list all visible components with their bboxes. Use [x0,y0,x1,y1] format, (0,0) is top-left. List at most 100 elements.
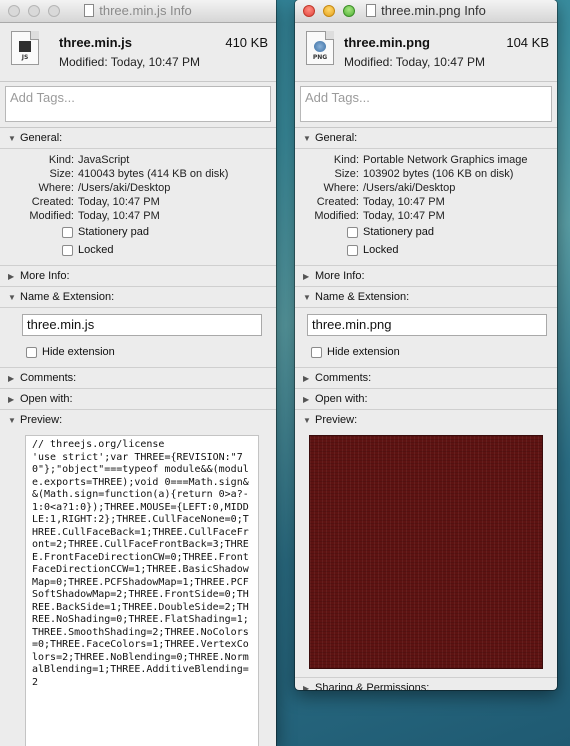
size-label: Size: [334,168,359,180]
kind-value: Portable Network Graphics image [363,154,528,166]
preview-disclosure[interactable]: ▼ Preview: [295,410,557,430]
comments-disclosure[interactable]: ▶ Comments: [0,368,276,389]
section-label: General: [315,132,358,144]
disclosure-down-icon[interactable]: ▼ [8,134,20,143]
title-bar[interactable]: three.min.js Info [0,0,276,23]
created-value: Today, 10:47 PM [78,196,160,208]
kind-label: Kind: [48,154,74,166]
file-header: PNG three.min.png 104 KB Modified: Today… [295,23,557,82]
kind-value: JavaScript [78,154,130,166]
more-info-disclosure[interactable]: ▶ More Info: [0,266,276,287]
disclosure-right-icon[interactable]: ▶ [303,684,315,691]
locked-label: Locked [78,244,114,256]
tags-section: Add Tags... [0,82,276,128]
stationery-label: Stationery pad [78,226,149,238]
name-extension-disclosure[interactable]: ▼ Name & Extension: [0,287,276,308]
section-label: Preview: [315,414,358,426]
kind-row: Kind: Portable Network Graphics image [295,153,557,167]
window-title: three.min.png Info [295,3,557,18]
name-extension-section: three.min.png Hide extension [295,308,557,368]
tags-input[interactable]: Add Tags... [300,86,552,122]
page-fold [325,31,334,40]
window-title-text: three.min.js Info [99,3,192,18]
disclosure-down-icon[interactable]: ▼ [303,293,315,302]
hide-extension-label: Hide extension [327,346,400,358]
kind-row: Kind: JavaScript [0,153,276,167]
modified-value: Today, 10:47 PM [363,210,445,222]
disclosure-down-icon[interactable]: ▼ [8,293,20,302]
page-fold [30,31,39,40]
name-extension-section: three.min.js Hide extension [0,308,276,368]
general-disclosure[interactable]: ▼ General: [295,128,557,149]
image-preview[interactable] [309,435,543,669]
size-value: 410043 bytes (414 KB on disk) [78,168,229,180]
section-label: Name & Extension: [315,291,410,303]
sharing-disclosure[interactable]: ▶ Sharing & Permissions: [295,678,557,690]
file-name: three.min.js [59,35,132,50]
disclosure-right-icon[interactable]: ▶ [8,272,20,281]
disclosure-right-icon[interactable]: ▶ [303,272,315,281]
modified-label: Modified: [314,210,359,222]
stationery-row[interactable]: Stationery pad [0,223,276,241]
open-with-disclosure[interactable]: ▶ Open with: [295,389,557,410]
hide-extension-row[interactable]: Hide extension [295,343,557,361]
section-label: More Info: [315,270,365,282]
stationery-checkbox[interactable] [62,226,73,238]
section-label: More Info: [20,270,70,282]
locked-row[interactable]: Locked [0,241,276,259]
section-label: Preview: [20,414,63,426]
file-glyph [19,41,31,52]
where-label: Where: [38,182,74,194]
info-window-js: three.min.js Info JS three.min.js 410 KB… [0,0,276,746]
preview-section [295,435,557,678]
file-size: 410 KB [225,35,268,50]
disclosure-right-icon[interactable]: ▶ [303,395,315,404]
size-value: 103902 bytes (106 KB on disk) [363,168,514,180]
stationery-label: Stationery pad [363,226,434,238]
disclosure-right-icon[interactable]: ▶ [8,374,20,383]
png-file-icon: PNG [306,31,334,65]
created-value: Today, 10:47 PM [363,196,445,208]
file-name: three.min.png [344,35,430,50]
name-field[interactable]: three.min.png [307,314,547,336]
name-extension-disclosure[interactable]: ▼ Name & Extension: [295,287,557,308]
hide-extension-label: Hide extension [42,346,115,358]
stationery-row[interactable]: Stationery pad [295,223,557,241]
file-modified: Modified: Today, 10:47 PM [59,55,200,69]
locked-row[interactable]: Locked [295,241,557,259]
file-modified: Modified: Today, 10:47 PM [344,55,485,69]
locked-checkbox[interactable] [62,244,73,256]
more-info-disclosure[interactable]: ▶ More Info: [295,266,557,287]
open-with-disclosure[interactable]: ▶ Open with: [0,389,276,410]
comments-disclosure[interactable]: ▶ Comments: [295,368,557,389]
stationery-checkbox[interactable] [347,226,358,238]
created-label: Created: [31,196,74,208]
locked-label: Locked [363,244,399,256]
section-label: Comments: [315,372,372,384]
document-icon [366,4,377,17]
locked-checkbox[interactable] [347,244,358,256]
modified-row: Modified: Today, 10:47 PM [295,209,557,223]
disclosure-right-icon[interactable]: ▶ [8,395,20,404]
disclosure-down-icon[interactable]: ▼ [303,416,315,425]
hide-extension-checkbox[interactable] [311,346,322,358]
disclosure-down-icon[interactable]: ▼ [8,416,20,425]
disclosure-down-icon[interactable]: ▼ [303,134,315,143]
js-file-icon: JS [11,31,39,65]
size-row: Size: 103902 bytes (106 KB on disk) [295,167,557,181]
file-type-tag: JS [21,54,29,61]
hide-extension-checkbox[interactable] [26,346,37,358]
created-row: Created: Today, 10:47 PM [0,195,276,209]
preview-disclosure[interactable]: ▼ Preview: [0,410,276,430]
modified-row: Modified: Today, 10:47 PM [0,209,276,223]
hide-extension-row[interactable]: Hide extension [0,343,276,361]
tags-input[interactable]: Add Tags... [5,86,271,122]
code-preview[interactable]: // threejs.org/license 'use strict';var … [25,435,259,746]
title-bar[interactable]: three.min.png Info [295,0,557,23]
disclosure-right-icon[interactable]: ▶ [303,374,315,383]
file-size: 104 KB [506,35,549,50]
section-label: Open with: [20,393,73,405]
name-field[interactable]: three.min.js [22,314,262,336]
general-disclosure[interactable]: ▼ General: [0,128,276,149]
section-label: Open with: [315,393,368,405]
